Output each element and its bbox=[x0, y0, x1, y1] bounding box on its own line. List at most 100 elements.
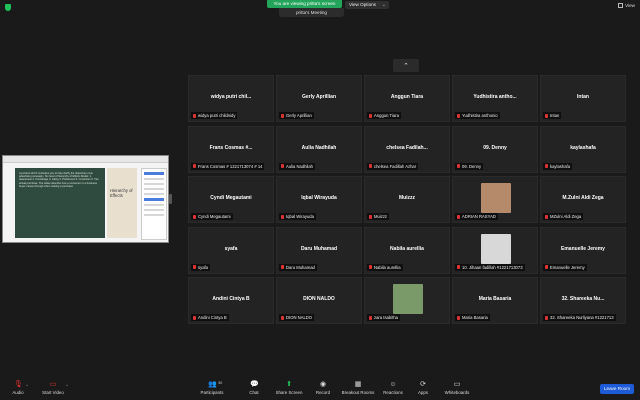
participant-tile[interactable]: kaylashafa kaylashafa bbox=[540, 125, 626, 173]
presenter-name-tab: pritta's Meeting bbox=[279, 8, 344, 17]
muted-mic-icon bbox=[369, 214, 372, 219]
muted-mic-icon bbox=[457, 265, 460, 270]
participant-tile[interactable]: Aulia Nadhilah Aulia Nadhilah bbox=[276, 125, 362, 173]
participant-tile[interactable]: Intan Intan bbox=[540, 75, 626, 122]
participant-name-label: DION NALDO bbox=[279, 314, 315, 321]
participant-tile[interactable]: 32. Shareeka Nu... 32. Shareeka Nurliyana… bbox=[540, 277, 626, 324]
participant-name-label: Daru Muhamad bbox=[279, 263, 317, 271]
participant-tile[interactable]: syafa syafa bbox=[188, 226, 274, 274]
breakout-rooms-icon: ▦ bbox=[354, 381, 362, 388]
muted-mic-icon bbox=[281, 113, 284, 118]
participant-tile[interactable]: Emanuelle Jeremy Emanuelle Jeremy bbox=[540, 226, 626, 274]
participant-tile[interactable]: chelsea Fadilah... chelsea Fadillah Azhar bbox=[364, 125, 450, 173]
shared-screen-view[interactable]: A product which motivates you to help cl… bbox=[2, 155, 169, 243]
participant-tile[interactable]: Frans Cosmas #... Frans Cosmas # 12217130… bbox=[188, 125, 274, 173]
participant-name-label: Aulia Nadhilah bbox=[279, 162, 316, 170]
participant-display-name: Maria Basaria bbox=[478, 296, 512, 302]
participant-display-name: Frans Cosmas #... bbox=[209, 144, 253, 151]
participants-count: 30 bbox=[218, 381, 223, 385]
participants-button[interactable]: 👥 Participants 30 bbox=[198, 381, 226, 395]
participant-name-label: syafa bbox=[191, 263, 211, 271]
participant-tile[interactable]: Yudhistira antho... Yudhistira anthonio bbox=[452, 75, 538, 122]
participant-tile[interactable]: M.Zulni Aldi Zega MZulni Aldi Zega bbox=[540, 176, 626, 223]
breakout-rooms-label: Breakout Rooms bbox=[341, 390, 375, 395]
participant-name-text: Andini Cintya B bbox=[198, 315, 227, 320]
participant-tile[interactable]: Gerly Aprillian Gerly Aprillian bbox=[276, 75, 362, 122]
participant-name-text: Frans Cosmas # 1221713074 # 14 bbox=[198, 163, 263, 169]
participant-name-label: 10. Jihaan fadillah #1221713073 bbox=[455, 263, 525, 271]
muted-mic-icon bbox=[193, 113, 196, 118]
participant-name-text: Yudhistira anthonio bbox=[462, 113, 498, 118]
muted-mic-icon bbox=[281, 214, 284, 219]
participant-display-name: 32. Shareeka Nu... bbox=[561, 296, 605, 302]
apps-icon: ⟳ bbox=[420, 381, 426, 388]
participant-name-text: Daru Muhamad bbox=[286, 264, 315, 270]
participant-tile[interactable]: Andini Cintya B Andini Cintya B bbox=[188, 277, 274, 324]
participant-tile[interactable]: Daru Muhamad Daru Muhamad bbox=[276, 226, 362, 274]
participant-name-label: MZulni Aldi Zega bbox=[543, 213, 584, 220]
share-screen-icon: ⬆ bbox=[286, 381, 292, 388]
participant-name-text: Aulia Nadhilah bbox=[286, 163, 314, 169]
participant-name-label: Maria Basaria bbox=[455, 314, 490, 321]
record-button[interactable]: ◉ Record bbox=[313, 381, 333, 395]
audio-caret-icon[interactable]: ^ bbox=[26, 383, 28, 388]
participant-tile[interactable]: Muizzz Muizzz bbox=[364, 176, 450, 223]
view-options-button[interactable]: View Options ⌄ bbox=[345, 1, 389, 9]
gallery-page-up-button[interactable]: ⌃ bbox=[393, 59, 419, 72]
muted-mic-icon bbox=[457, 315, 460, 320]
participant-name-text: ADRIAN RASYAD bbox=[462, 214, 496, 219]
muted-mic-icon bbox=[193, 214, 196, 219]
audio-button[interactable]: 🎙 Audio ^ bbox=[8, 381, 28, 395]
muted-mic-icon: 🎙 bbox=[14, 381, 23, 388]
participant-tile[interactable]: Nabila aurellia Nabila aurellia bbox=[364, 226, 450, 274]
muted-mic-icon bbox=[545, 265, 548, 270]
security-shield-icon[interactable] bbox=[5, 4, 11, 11]
reactions-button[interactable]: ☺ Reactions bbox=[382, 381, 404, 395]
apps-label: Apps bbox=[417, 390, 428, 395]
participant-tile[interactable]: ADRIAN RASYAD bbox=[452, 176, 538, 223]
leave-room-button[interactable]: Leave Room bbox=[600, 384, 634, 394]
split-resize-handle[interactable] bbox=[169, 194, 172, 204]
participants-label: Participants bbox=[200, 390, 224, 395]
share-screen-button[interactable]: ⬆ Share Screen bbox=[274, 381, 304, 395]
participant-tile[interactable]: Iqbal Wirayuda Iqbal Wirayuda bbox=[276, 176, 362, 223]
participant-name-label: Andini Cintya B bbox=[191, 314, 229, 321]
slide-side-panel: Hierarchy of Effects bbox=[107, 168, 137, 238]
participant-tile[interactable]: 09. Denny 09. Denny bbox=[452, 125, 538, 173]
participant-name-text: DION NALDO bbox=[286, 315, 313, 320]
participant-display-name: Daru Muhamad bbox=[300, 245, 338, 252]
presentation-slide: A product which motivates you to help cl… bbox=[15, 168, 105, 238]
chevron-down-icon: ⌄ bbox=[381, 2, 386, 8]
participant-name-label: zara tsabitha bbox=[367, 314, 400, 321]
chat-button[interactable]: 💬 Chat bbox=[246, 381, 262, 395]
participant-tile[interactable]: Cyndi Megautami Cyndi Megautami bbox=[188, 176, 274, 223]
participant-tile[interactable]: DION NALDO DION NALDO bbox=[276, 277, 362, 324]
whiteboards-button[interactable]: ▭ Whiteboards bbox=[443, 381, 471, 395]
muted-mic-icon bbox=[457, 113, 460, 118]
view-button[interactable]: View bbox=[618, 3, 635, 9]
participant-name-label: chelsea Fadillah Azhar bbox=[367, 162, 419, 170]
grid-view-icon bbox=[618, 3, 624, 9]
apps-button[interactable]: ⟳ Apps bbox=[416, 381, 430, 395]
start-video-button[interactable]: ▭ Start Video ^ bbox=[38, 381, 68, 395]
participant-name-label: Yudhistira anthonio bbox=[455, 112, 500, 119]
participant-tile[interactable]: Maria Basaria Maria Basaria bbox=[452, 277, 538, 324]
participant-name-label: Frans Cosmas # 1221713074 # 14 bbox=[191, 162, 265, 170]
participant-tile[interactable]: zara tsabitha bbox=[364, 277, 450, 324]
participant-name-label: Gerly Aprillian bbox=[279, 112, 314, 119]
participant-name-text: zara tsabitha bbox=[374, 315, 398, 320]
participant-display-name: Intan bbox=[577, 94, 589, 100]
muted-mic-icon bbox=[193, 164, 196, 169]
participant-tile[interactable]: widya putri chil... widya putri childnidy bbox=[188, 75, 274, 122]
participant-name-text: Cyndi Megautami bbox=[198, 214, 231, 219]
breakout-rooms-button[interactable]: ▦ Breakout Rooms bbox=[340, 381, 376, 395]
reactions-label: Reactions bbox=[383, 390, 403, 395]
participant-name-label: Nabila aurellia bbox=[367, 263, 403, 271]
video-caret-icon[interactable]: ^ bbox=[66, 383, 68, 388]
muted-mic-icon bbox=[369, 315, 372, 320]
participant-tile[interactable]: 10. Jihaan fadillah #1221713073 bbox=[452, 226, 538, 274]
participant-name-label: Emanuelle Jeremy bbox=[543, 263, 587, 271]
participant-name-text: Iqbal Wirayuda bbox=[286, 214, 314, 219]
chat-label: Chat bbox=[249, 390, 259, 395]
participant-tile[interactable]: Anggun Tiara Anggun Tiara bbox=[364, 75, 450, 122]
